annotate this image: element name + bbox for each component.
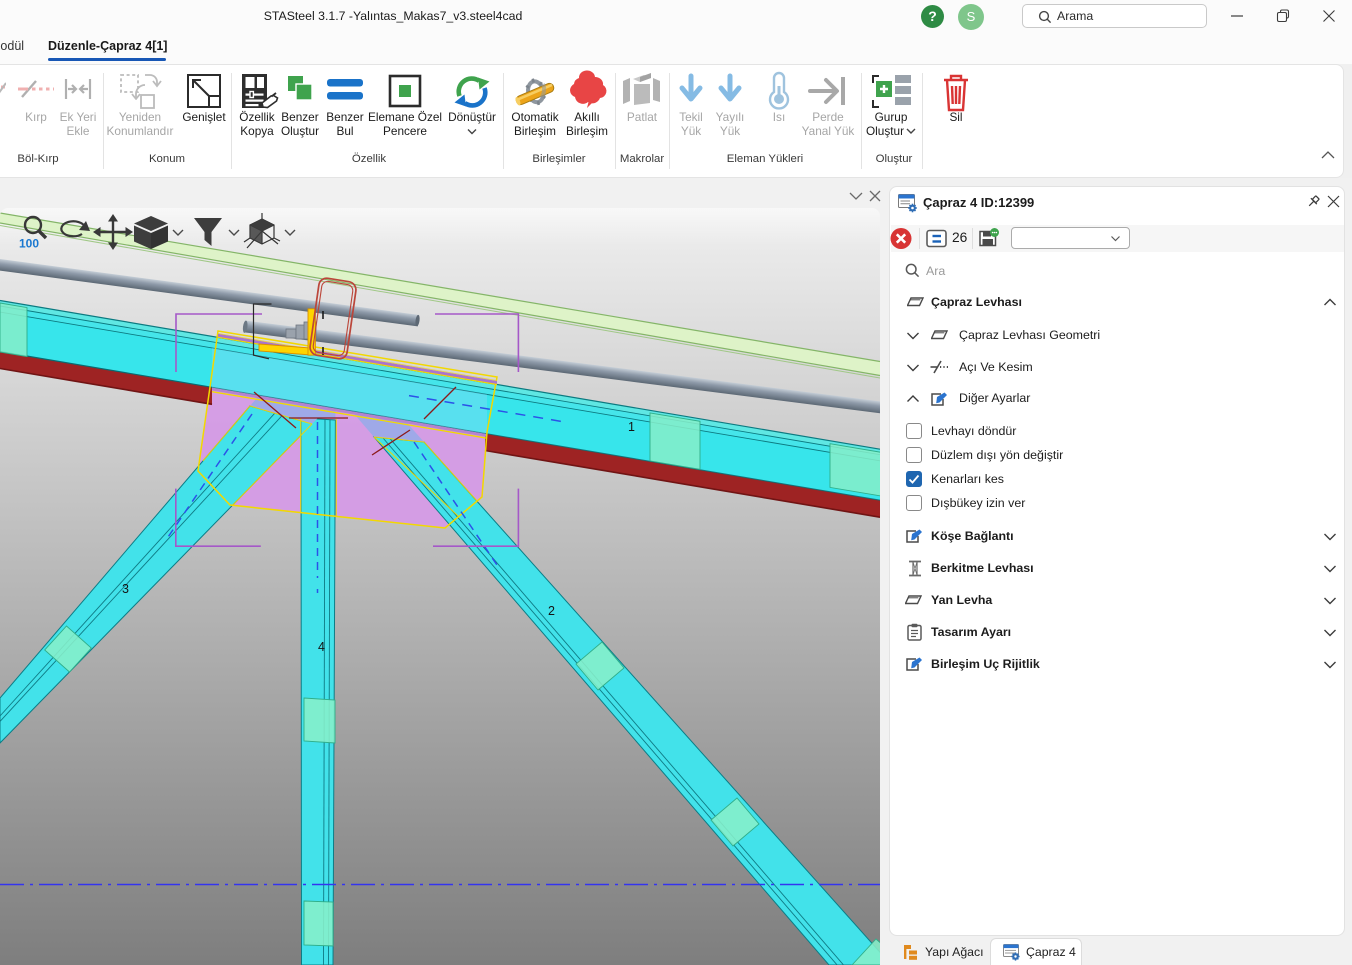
svg-text:1: 1 (628, 420, 635, 434)
svg-text:4: 4 (318, 640, 325, 654)
svg-text:100: 100 (19, 237, 39, 251)
svg-text:3: 3 (122, 582, 129, 596)
svg-text:2: 2 (548, 604, 555, 618)
